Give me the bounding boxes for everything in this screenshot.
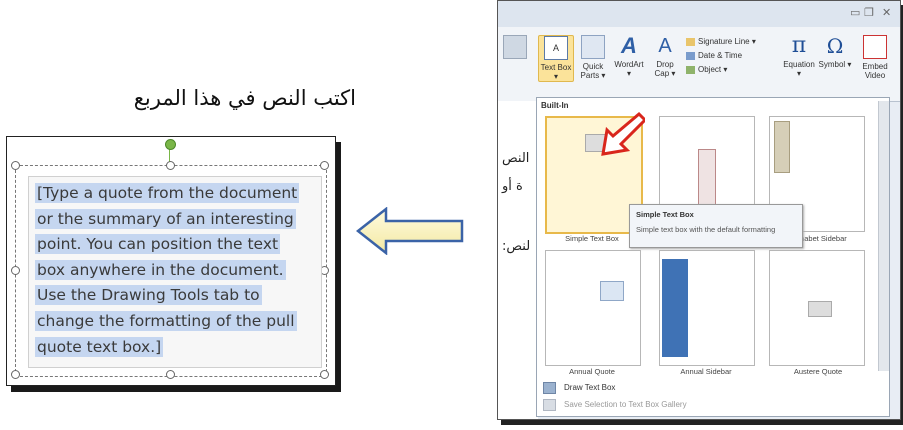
insert-ribbon: A Text Box ▾ Quick Parts ▾ A WordArt ▾ A…	[498, 27, 900, 102]
object-label: Object ▾	[698, 65, 728, 74]
textbox-quote-text[interactable]: [Type a quote from the document or the s…	[35, 181, 315, 360]
close-icon[interactable]: ✕	[882, 6, 891, 19]
draw-text-box-icon	[543, 382, 556, 394]
doc-fragment: لنص:	[502, 239, 531, 254]
drop-cap-label: Drop Cap ▾	[654, 60, 676, 78]
drop-cap-icon: A	[658, 35, 672, 57]
gallery-scrollbar[interactable]	[878, 101, 889, 371]
textbox-body[interactable]: [Type a quote from the document or the s…	[28, 176, 322, 368]
quote-line: change the formatting of the pull	[35, 310, 297, 331]
rotate-handle[interactable]	[165, 139, 176, 150]
resize-handle-bc[interactable]	[166, 370, 175, 379]
draw-text-box-menu-item[interactable]: Draw Text Box	[543, 382, 615, 394]
date-time-button[interactable]: Date & Time	[686, 51, 742, 60]
tooltip-simple-text-box: Simple Text Box Simple text box with the…	[629, 204, 803, 248]
tooltip-title: Simple Text Box	[636, 210, 694, 219]
wordart-button[interactable]: A WordArt ▾	[612, 33, 646, 79]
quote-line: Use the Drawing Tools tab to	[35, 285, 262, 306]
save-selection-label: Save Selection to Text Box Gallery	[564, 400, 687, 410]
text-box-button[interactable]: A Text Box ▾	[538, 35, 574, 82]
quote-line: quote text box.]	[35, 336, 164, 357]
equation-label: Equation ▾	[783, 60, 815, 78]
embed-video-label: Embed Video	[862, 62, 888, 80]
gallery-tile-annual-sidebar[interactable]	[659, 250, 755, 366]
symbol-button[interactable]: Ω Symbol ▾	[818, 35, 852, 69]
symbol-label: Symbol ▾	[818, 60, 852, 69]
omega-icon: Ω	[826, 34, 844, 58]
quick-parts-icon	[581, 35, 605, 59]
signature-line-label: Signature Line ▾	[698, 37, 756, 46]
embed-video-button[interactable]: Embed Video	[858, 35, 892, 80]
text-box-icon: A	[544, 36, 568, 60]
resize-handle-br[interactable]	[320, 370, 329, 379]
equation-button[interactable]: π Equation ▾	[782, 33, 816, 79]
restore-icon[interactable]: ❐	[864, 6, 874, 19]
object-button[interactable]: Object ▾	[686, 65, 727, 74]
quote-line: box anywhere in the document.	[35, 259, 286, 280]
save-selection-icon	[543, 399, 556, 411]
word-insert-textbox-screenshot: ▭ ❐ ✕ A Text Box ▾ Quick Parts ▾ A WordA…	[497, 0, 901, 420]
text-box-gallery: Built-In Simple Text Box Alphabet Sideba…	[536, 97, 890, 417]
text-box-label: Text Box ▾	[540, 63, 572, 81]
page-number-button[interactable]	[498, 35, 532, 62]
quote-line: point. You can position the text	[35, 234, 281, 255]
draw-text-box-label: Draw Text Box	[564, 383, 616, 393]
wordart-label: WordArt ▾	[614, 60, 644, 78]
resize-handle-tl[interactable]	[11, 161, 20, 170]
drop-cap-button[interactable]: A Drop Cap ▾	[648, 35, 682, 78]
signature-line-button[interactable]: Signature Line ▾	[686, 37, 756, 46]
quick-parts-label: Quick Parts ▾	[580, 62, 606, 80]
doc-fragment: النص	[502, 151, 530, 166]
quote-line: or the summary of an interesting	[35, 208, 296, 229]
minimize-icon[interactable]: ▭	[850, 6, 860, 19]
tooltip-body: Simple text box with the default formatt…	[636, 225, 776, 234]
doc-fragment: ة أو	[502, 179, 523, 194]
textbox-frame[interactable]: [Type a quote from the document or the s…	[11, 161, 329, 379]
resize-handle-bl[interactable]	[11, 370, 20, 379]
document-area	[498, 101, 538, 419]
textbox-illustration: [Type a quote from the document or the s…	[6, 136, 336, 386]
quick-parts-button[interactable]: Quick Parts ▾	[576, 35, 610, 80]
date-time-label: Date & Time	[698, 51, 743, 60]
left-arrow-icon	[356, 207, 464, 255]
video-icon	[863, 35, 887, 59]
gallery-heading: Built-In	[541, 101, 569, 110]
red-pointer-arrow-icon	[601, 111, 645, 156]
save-selection-menu-item[interactable]: Save Selection to Text Box Gallery	[543, 399, 687, 411]
gallery-tile-label: Austere Quote	[793, 367, 843, 376]
resize-handle-tc[interactable]	[166, 161, 175, 170]
gallery-tile-annual-quote[interactable]	[545, 250, 641, 366]
pi-icon: π	[791, 33, 807, 58]
window-titlebar: ▭ ❐ ✕	[498, 1, 900, 27]
gallery-tile-label: Annual Sidebar	[680, 367, 732, 376]
arabic-caption: اكتب النص في هذا المربع	[133, 86, 356, 110]
resize-handle-ml[interactable]	[11, 266, 20, 275]
resize-handle-tr[interactable]	[320, 161, 329, 170]
quote-line: [Type a quote from the document	[35, 183, 300, 203]
wordart-icon: A	[621, 33, 637, 58]
gallery-tile-austere-quote[interactable]	[769, 250, 865, 366]
gallery-tile-label: Annual Quote	[569, 367, 615, 376]
